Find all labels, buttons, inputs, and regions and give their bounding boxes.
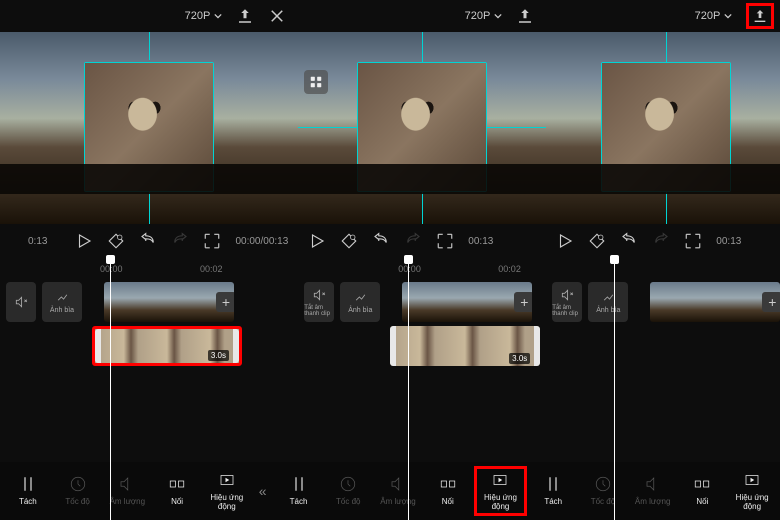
grid-icon[interactable] [304, 70, 328, 94]
duration-badge: 3.0s [208, 350, 229, 361]
video-clip[interactable]: + [104, 282, 234, 322]
preview-canvas[interactable] [546, 32, 780, 224]
panel-3: 720P 00:13 Tắt âm thanh clip Ảnh bìa + [546, 0, 780, 520]
mute-button[interactable] [6, 282, 36, 322]
topbar: 720P [0, 0, 298, 32]
undo-icon[interactable] [372, 232, 390, 250]
resolution-selector[interactable]: 720P [185, 10, 223, 22]
add-clip-icon[interactable]: + [514, 292, 532, 312]
overlay-image[interactable] [84, 62, 214, 192]
keyframe-icon[interactable] [107, 232, 125, 250]
tool-join[interactable]: Nối [679, 466, 727, 516]
guide-top [149, 32, 150, 60]
tool-split[interactable]: Tách [4, 466, 52, 516]
overlay-clip-selected[interactable]: 3.0s [92, 326, 242, 366]
tool-join[interactable]: Nối [424, 466, 472, 516]
mute-button[interactable]: Tắt âm thanh clip [552, 282, 582, 322]
guide-bottom [149, 192, 150, 224]
cover-button[interactable]: Ảnh bìa [42, 282, 82, 322]
tool-split[interactable]: Tách [529, 466, 577, 516]
undo-icon[interactable] [620, 232, 638, 250]
time-left: 0:13 [28, 236, 47, 247]
redo-icon[interactable] [171, 232, 189, 250]
play-icon[interactable] [556, 232, 574, 250]
tool-animation-highlighted[interactable]: Hiệu ứng động [474, 466, 528, 516]
video-clip[interactable]: + [402, 282, 532, 322]
export-icon[interactable] [516, 7, 534, 25]
panel-2: 720P 00:13 00:0000:02 Tắt âm thanh clip … [298, 0, 546, 520]
preview-canvas[interactable] [298, 32, 546, 224]
fullscreen-icon[interactable] [436, 232, 454, 250]
bottom-toolbar: Tách Tốc độ Âm lượng Nối Hiệu ứng động «… [0, 462, 780, 520]
fullscreen-icon[interactable] [684, 232, 702, 250]
tool-speed: Tốc độ [579, 466, 627, 516]
preview-canvas[interactable] [0, 32, 298, 224]
panel-1: 720P 0:13 00:00/00:13 00:0000:02 Ảnh bìa… [0, 0, 298, 520]
overlay-image[interactable] [357, 62, 487, 192]
tool-speed: Tốc độ [54, 466, 102, 516]
close-icon[interactable] [268, 7, 286, 25]
tool-volume: Âm lượng [374, 466, 422, 516]
tool-animation[interactable]: Hiệu ứng động [728, 466, 776, 516]
overlay-clip[interactable]: 3.0s [390, 326, 540, 366]
timecode: 00:00/00:13 [235, 236, 288, 247]
playhead[interactable] [408, 258, 409, 520]
tool-animation[interactable]: Hiệu ứng động [203, 466, 251, 516]
play-icon[interactable] [75, 232, 93, 250]
redo-icon[interactable] [652, 232, 670, 250]
redo-icon[interactable] [404, 232, 422, 250]
overlay-image[interactable] [601, 62, 731, 192]
resolution-selector[interactable]: 720P [465, 10, 503, 22]
playback-controls: 0:13 00:00/00:13 [0, 224, 298, 258]
tool-speed: Tốc độ [324, 466, 372, 516]
cover-button[interactable]: Ảnh bìa [588, 282, 628, 322]
playhead[interactable] [614, 258, 615, 520]
add-clip-icon[interactable]: + [216, 292, 234, 312]
resolution-selector[interactable]: 720P [695, 10, 733, 22]
mute-button[interactable]: Tắt âm thanh clip [304, 282, 334, 322]
undo-icon[interactable] [139, 232, 157, 250]
keyframe-icon[interactable] [340, 232, 358, 250]
tool-split[interactable]: Tách [275, 466, 323, 516]
export-icon[interactable] [236, 7, 254, 25]
keyframe-icon[interactable] [588, 232, 606, 250]
timecode: 00:13 [468, 236, 493, 247]
add-clip-icon[interactable]: + [762, 292, 780, 312]
timecode: 00:13 [716, 236, 741, 247]
export-icon-highlighted[interactable] [746, 3, 774, 29]
tool-join[interactable]: Nối [153, 466, 201, 516]
cover-button[interactable]: Ảnh bìa [340, 282, 380, 322]
video-clip[interactable]: + [650, 282, 780, 322]
play-icon[interactable] [308, 232, 326, 250]
fullscreen-icon[interactable] [203, 232, 221, 250]
tool-volume: Âm lượng [629, 466, 677, 516]
chevron-left-icon[interactable]: « [253, 483, 273, 499]
playhead[interactable] [110, 258, 111, 520]
